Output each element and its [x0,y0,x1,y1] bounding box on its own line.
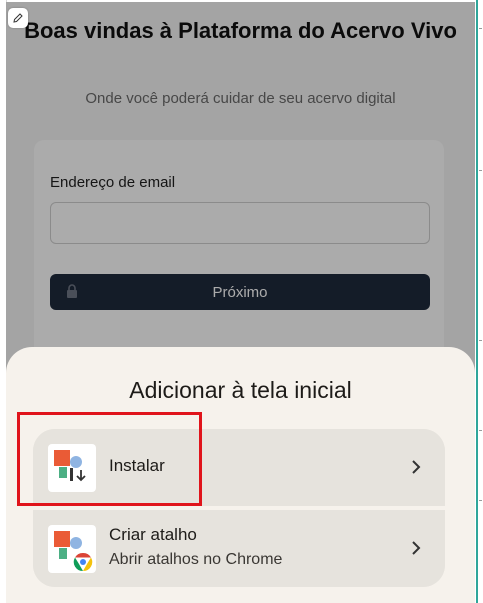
pencil-icon[interactable] [8,8,28,28]
right-edge [475,0,483,603]
phone-screen: Boas vindas à Plataforma do Acervo Vivo … [6,2,475,603]
create-shortcut-sublabel: Abrir atalhos no Chrome [109,551,283,568]
sheet-title: Adicionar à tela inicial [129,377,352,403]
chevron-right-icon [412,460,421,474]
create-shortcut-option[interactable]: Criar atalho Abrir atalhos no Chrome [33,510,445,587]
chevron-right-icon [412,541,421,555]
screenshot-frame: Boas vindas à Plataforma do Acervo Vivo … [0,0,483,603]
highlight-box [17,412,202,506]
chrome-shortcut-icon [48,525,96,573]
create-shortcut-label: Criar atalho [109,525,197,544]
